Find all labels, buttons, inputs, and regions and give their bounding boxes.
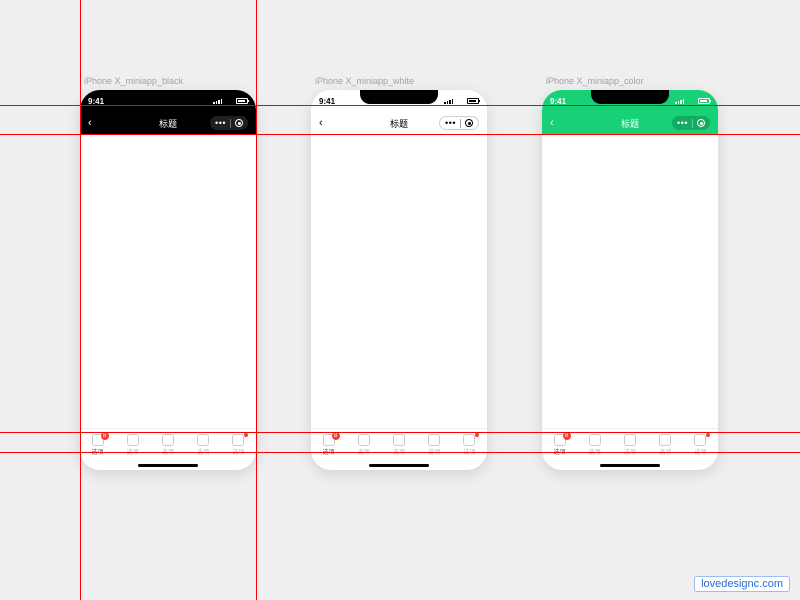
tab-item[interactable]: 选项 [150, 429, 185, 460]
device-white: iPhone X_miniapp_white9:41‹标题•••选项8选项选项选… [311, 90, 487, 470]
battery-icon [236, 98, 248, 104]
tab-item[interactable]: 选项 [417, 429, 452, 460]
phone-frame: 9:41‹标题••• 选项 8 选项 选项 选项 选项 [80, 90, 256, 470]
notch [360, 90, 438, 104]
device-label: iPhone X_miniapp_black [84, 76, 183, 86]
tab-label: 选项 [232, 447, 244, 456]
tab-icon [463, 434, 475, 446]
battery-icon [467, 98, 479, 104]
signal-icon [213, 98, 222, 104]
tab-dot [706, 433, 710, 437]
tab-item[interactable]: 选项 8 [311, 429, 346, 460]
tab-label: 选项 [589, 447, 601, 456]
home-indicator [600, 464, 660, 467]
tab-label: 选项 [463, 447, 475, 456]
nav-bar: ‹标题••• [542, 112, 718, 134]
tab-label: 选项 [659, 447, 671, 456]
capsule-sep [692, 119, 693, 128]
tab-item[interactable]: 选项 [683, 429, 718, 460]
tab-icon [694, 434, 706, 446]
tab-icon [197, 434, 209, 446]
tab-icon [428, 434, 440, 446]
tab-label: 选项 [428, 447, 440, 456]
tab-badge: 8 [563, 432, 571, 440]
tab-dot [244, 433, 248, 437]
tabbar: 选项 8 选项 选项 选项 选项 [80, 428, 256, 470]
tab-item[interactable]: 选项 [381, 429, 416, 460]
canvas: iPhone X_miniapp_black9:41‹标题•••选项8选项选项选… [0, 0, 800, 600]
tabbar: 选项 8 选项 选项 选项 选项 [542, 428, 718, 470]
tab-item[interactable]: 选项 [346, 429, 381, 460]
tab-badge: 8 [332, 432, 340, 440]
signal-icon [444, 98, 453, 104]
status-icons [213, 98, 248, 104]
tab-label: 选项 [323, 447, 335, 456]
status-bar: 9:41 [542, 90, 718, 112]
wifi-icon [225, 98, 233, 104]
device-color: iPhone X_miniapp_color9:41‹标题•••选项8选项选项选… [542, 90, 718, 470]
device-label: iPhone X_miniapp_color [546, 76, 644, 86]
tab-icon [162, 434, 174, 446]
capsule-sep [230, 119, 231, 128]
tab-label: 选项 [92, 447, 104, 456]
signal-icon [675, 98, 684, 104]
tab-icon [127, 434, 139, 446]
tab-icon [624, 434, 636, 446]
tab-icon [232, 434, 244, 446]
capsule-sep [460, 119, 461, 128]
tab-label: 选项 [358, 447, 370, 456]
battery-icon [698, 98, 710, 104]
tab-item[interactable]: 选项 [648, 429, 683, 460]
watermark: lovedesignc.com [694, 576, 790, 592]
tab-icon [393, 434, 405, 446]
tab-dot [475, 433, 479, 437]
tab-item[interactable]: 选项 8 [542, 429, 577, 460]
phone-frame: 9:41‹标题••• 选项 8 选项 选项 选项 选项 [311, 90, 487, 470]
home-indicator [138, 464, 198, 467]
tab-label: 选项 [197, 447, 209, 456]
tab-label: 选项 [393, 447, 405, 456]
tab-item[interactable]: 选项 8 [80, 429, 115, 460]
status-bar: 9:41 [311, 90, 487, 112]
tabbar: 选项 8 选项 选项 选项 选项 [311, 428, 487, 470]
tab-item[interactable]: 选项 [612, 429, 647, 460]
tab-badge: 8 [101, 432, 109, 440]
tab-label: 选项 [162, 447, 174, 456]
tab-item[interactable]: 选项 [221, 429, 256, 460]
tab-item[interactable]: 选项 [452, 429, 487, 460]
status-icons [444, 98, 479, 104]
tab-item[interactable]: 选项 [186, 429, 221, 460]
notch [129, 90, 207, 104]
tab-label: 选项 [694, 447, 706, 456]
nav-bar: ‹标题••• [80, 112, 256, 134]
status-icons [675, 98, 710, 104]
tab-label: 选项 [624, 447, 636, 456]
tab-item[interactable]: 选项 [577, 429, 612, 460]
tab-icon [659, 434, 671, 446]
wifi-icon [687, 98, 695, 104]
wifi-icon [456, 98, 464, 104]
device-label: iPhone X_miniapp_white [315, 76, 414, 86]
tab-icon [589, 434, 601, 446]
tab-label: 选项 [127, 447, 139, 456]
status-bar: 9:41 [80, 90, 256, 112]
tab-item[interactable]: 选项 [115, 429, 150, 460]
home-indicator [369, 464, 429, 467]
device-black: iPhone X_miniapp_black9:41‹标题•••选项8选项选项选… [80, 90, 256, 470]
nav-bar: ‹标题••• [311, 112, 487, 134]
notch [591, 90, 669, 104]
phone-frame: 9:41‹标题••• 选项 8 选项 选项 选项 选项 [542, 90, 718, 470]
tab-icon [358, 434, 370, 446]
phones-row: iPhone X_miniapp_black9:41‹标题•••选项8选项选项选… [80, 90, 718, 470]
tab-label: 选项 [554, 447, 566, 456]
